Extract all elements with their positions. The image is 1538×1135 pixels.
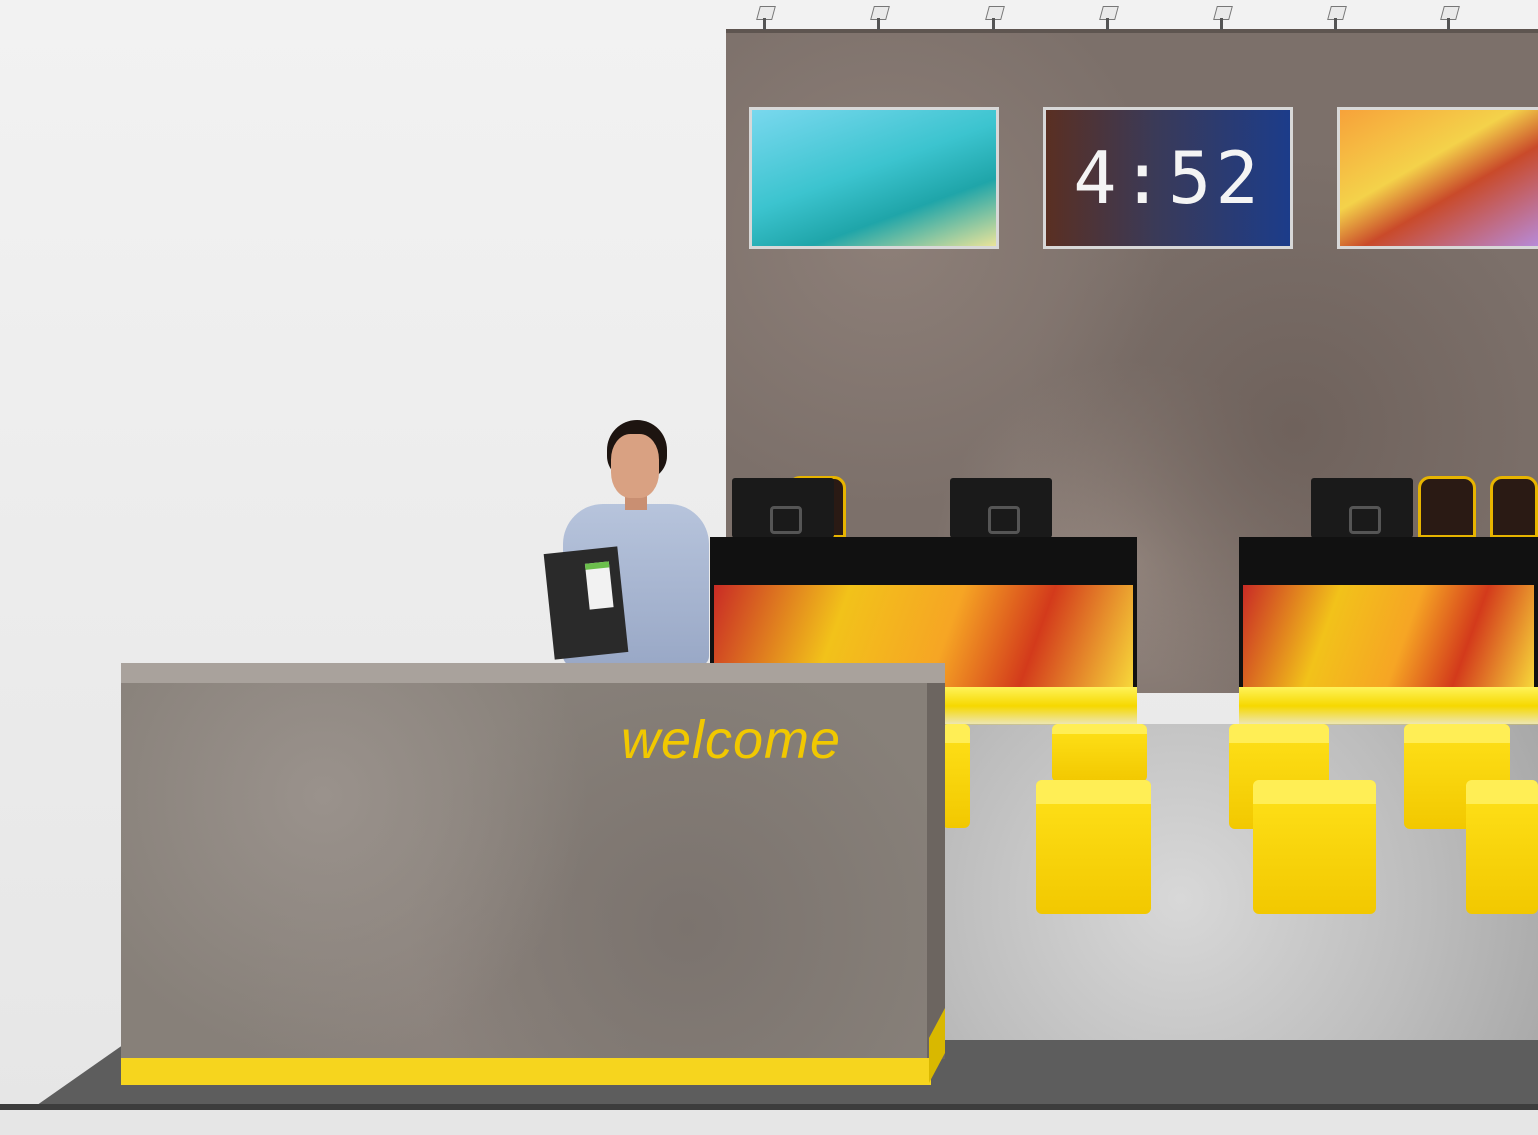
yellow-cube-stool <box>1052 724 1147 782</box>
desk-led-strip <box>942 687 1137 725</box>
wall-screen-clock: 4:52 <box>1043 107 1293 249</box>
yellow-cube-stool <box>942 724 970 828</box>
spotlight-icon <box>868 6 890 30</box>
reception-counter: welcome <box>121 663 945 1085</box>
yellow-cube-stool <box>1036 780 1151 914</box>
platform-edge <box>0 1104 1538 1110</box>
monitor <box>732 478 834 538</box>
spotlight-icon <box>754 6 776 30</box>
gaming-desk <box>1239 537 1538 687</box>
monitor <box>1311 478 1413 538</box>
yellow-cube-stool <box>1466 780 1538 914</box>
exhibition-booth-scene: 4:52 welcome <box>0 0 1538 1135</box>
desk-led-strip <box>1239 687 1538 725</box>
gaming-chair <box>1490 476 1538 538</box>
spotlight-icon <box>1438 6 1460 30</box>
spotlight-icon <box>1097 6 1119 30</box>
wall-screen-game <box>749 107 999 249</box>
wall-screen-game <box>1337 107 1538 249</box>
monitor <box>950 478 1052 538</box>
yellow-cube-stool <box>1253 780 1376 914</box>
spotlight-icon <box>1325 6 1347 30</box>
binder <box>543 546 629 660</box>
clock-display: 4:52 <box>1073 136 1263 220</box>
spotlight-icon <box>983 6 1005 30</box>
receptionist-figure <box>543 420 715 666</box>
spotlight-icon <box>1211 6 1233 30</box>
gaming-chair <box>1418 476 1476 538</box>
counter-led-stripe <box>121 1058 931 1085</box>
counter-welcome-sign: welcome <box>621 710 842 770</box>
